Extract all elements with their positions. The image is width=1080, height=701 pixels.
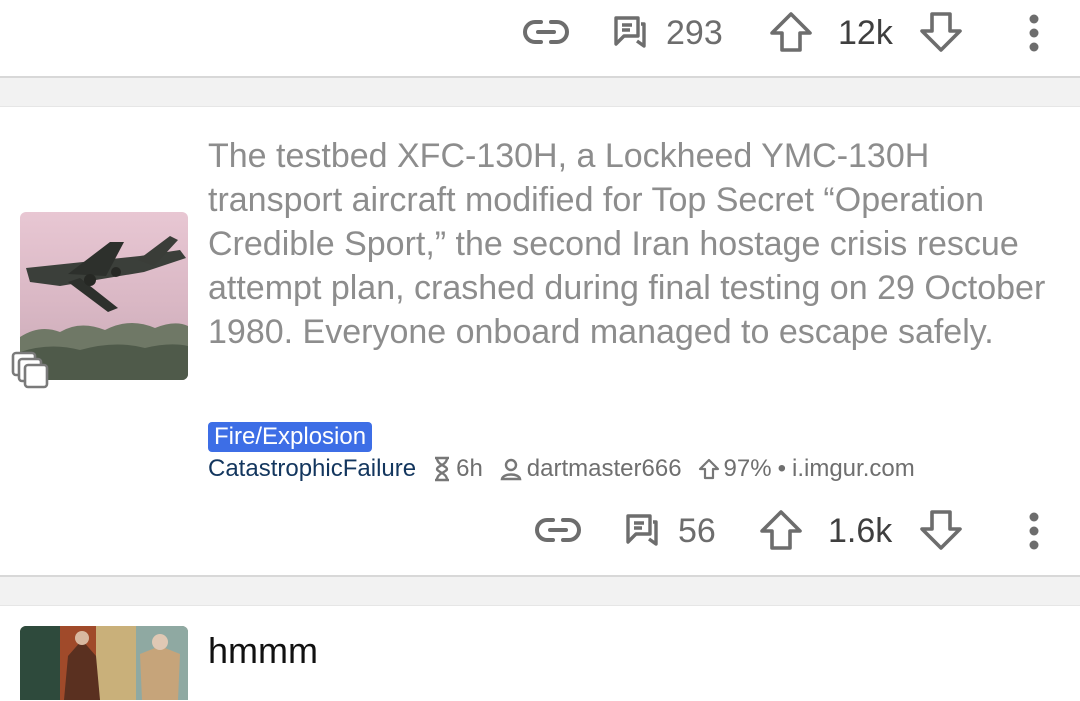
score: 1.6k — [828, 512, 893, 550]
score: 12k — [838, 14, 893, 52]
post-meta: CatastrophicFailure 6h dartmaster666 97%… — [208, 452, 915, 486]
post-flair[interactable]: Fire/Explosion — [208, 422, 373, 452]
post-actions-bar: 56 1.6k — [0, 500, 1080, 560]
post-title[interactable]: The testbed XFC-130H, a Lockheed YMC-130… — [208, 134, 1058, 354]
post-actions-bar: 293 12k — [0, 2, 1080, 62]
arrow-up-icon — [698, 458, 720, 480]
comment-count[interactable]: 293 — [666, 13, 723, 53]
more-icon[interactable] — [1014, 508, 1054, 554]
user-icon — [499, 457, 523, 481]
meta-separator: • — [777, 455, 786, 482]
gallery-icon — [10, 350, 50, 390]
link-icon[interactable] — [534, 510, 582, 550]
post-card-previous: 293 12k — [0, 0, 1080, 78]
upvote-ratio: 97% — [723, 455, 772, 482]
post-title[interactable]: hmmm — [208, 630, 318, 672]
upvote-icon[interactable] — [758, 508, 804, 552]
comment-icon[interactable] — [610, 12, 650, 52]
comment-count[interactable]: 56 — [678, 511, 716, 551]
subreddit-link[interactable]: CatastrophicFailure — [208, 455, 416, 483]
post-author[interactable]: dartmaster666 — [527, 455, 682, 483]
link-icon[interactable] — [522, 12, 570, 52]
more-icon[interactable] — [1014, 10, 1054, 56]
downvote-icon[interactable] — [918, 508, 964, 552]
post-thumbnail[interactable] — [20, 626, 188, 700]
comment-icon[interactable] — [622, 510, 662, 550]
post-age: 6h — [456, 455, 483, 482]
upvote-icon[interactable] — [768, 10, 814, 54]
hourglass-icon — [432, 456, 452, 482]
post-domain[interactable]: i.imgur.com — [792, 455, 915, 483]
downvote-icon[interactable] — [918, 10, 964, 54]
